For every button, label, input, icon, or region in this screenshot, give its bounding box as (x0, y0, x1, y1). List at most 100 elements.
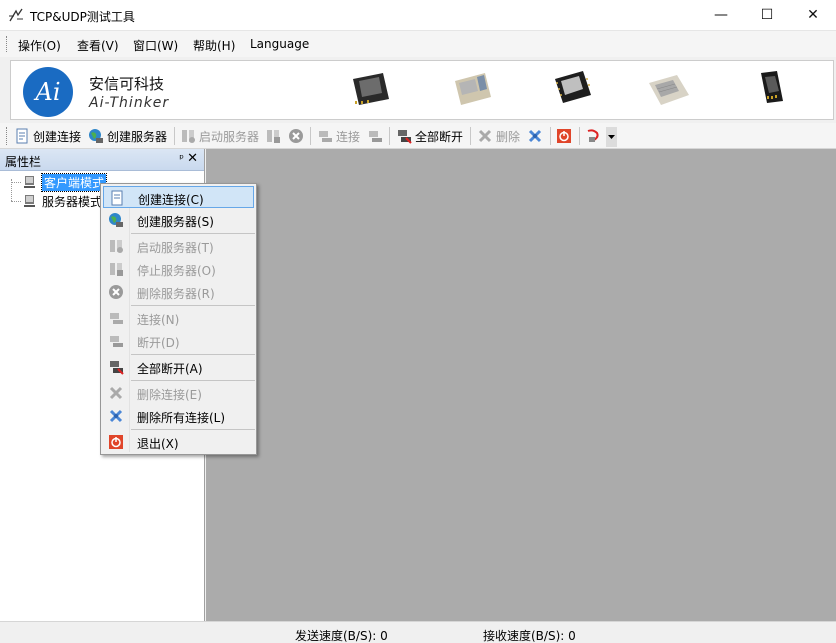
toolbar-create-server-label: 创建服务器 (107, 129, 168, 144)
tree-line (11, 201, 21, 202)
module-image-5 (761, 71, 783, 103)
tree-node-label: 服务器模式 (42, 194, 103, 209)
menu-item-label: 删除服务器(R) (137, 287, 215, 301)
menu-separator (131, 233, 255, 234)
menu-window[interactable]: 窗口(W) (133, 37, 178, 54)
delete-all-icon (109, 409, 123, 423)
menu-item-delete-connection[interactable]: 删除连接(E) (103, 382, 254, 404)
menu-item-stop-server[interactable]: 停止服务器(O) (103, 258, 254, 280)
menu-item-label: 创建服务器(S) (137, 215, 214, 229)
toolbar-disconnect-all-label: 全部断开 (415, 129, 464, 144)
menu-item-connect[interactable]: 连接(N) (103, 307, 254, 329)
cancel-circle-icon (289, 129, 303, 143)
receive-speed-status: 接收速度(B/S): 0 (483, 629, 576, 643)
minimize-button[interactable]: — (698, 0, 744, 30)
menu-operate[interactable]: 操作(O) (18, 37, 61, 54)
panel-close-icon[interactable]: ✕ (187, 151, 198, 166)
toolbar-separator (174, 127, 175, 145)
network-disconnect-icon (110, 336, 123, 347)
server-stop-icon (267, 130, 280, 143)
toolbar-delete-server-button[interactable] (288, 126, 304, 146)
delete-all-icon (528, 129, 542, 143)
menu-item-create-server[interactable]: 创建服务器(S) (103, 209, 254, 231)
property-panel-header: 属性栏 ᵖ ✕ (0, 149, 204, 171)
toolbar-extra-button[interactable] (585, 126, 601, 146)
toolbar-delete-label: 删除 (496, 129, 521, 144)
menu-view[interactable]: 查看(V) (77, 37, 119, 54)
globe-icon (89, 129, 103, 143)
toolbar-connect-label: 连接 (336, 129, 361, 144)
menu-item-label: 连接(N) (137, 313, 180, 327)
menu-item-delete-all-connections[interactable]: 删除所有连接(L) (103, 405, 254, 427)
toolbar-separator (310, 127, 311, 145)
menu-item-label: 删除所有连接(L) (137, 411, 226, 425)
menu-item-start-server[interactable]: 启动服务器(T) (103, 235, 254, 257)
disconnect-all-icon (398, 130, 412, 144)
maximize-button[interactable]: ☐ (744, 0, 790, 30)
toolbar: 创建连接 创建服务器 启动服务器 连接 全部断开 删除 (0, 123, 836, 149)
disconnect-all-icon (110, 361, 124, 375)
chevron-down-icon (608, 134, 615, 139)
toolbar-separator (470, 127, 471, 145)
cancel-circle-icon (109, 285, 123, 299)
menu-item-label: 全部断开(A) (137, 362, 203, 376)
toolbar-start-server-label: 启动服务器 (199, 129, 260, 144)
computer-icon (24, 195, 35, 207)
toolbar-separator (550, 127, 551, 145)
delete-x-icon (109, 386, 123, 400)
power-icon (109, 435, 123, 449)
tree-line (11, 182, 21, 183)
menu-item-disconnect[interactable]: 断开(D) (103, 330, 254, 352)
globe-icon (109, 213, 123, 227)
toolbar-create-connection-label: 创建连接 (33, 129, 82, 144)
menu-item-label: 启动服务器(T) (137, 241, 214, 255)
close-button[interactable]: ✕ (790, 0, 836, 30)
menu-item-create-connection[interactable]: 创建连接(C) (103, 186, 254, 208)
brand-name-en: Ai-Thinker (89, 95, 170, 111)
toolbar-connect-button[interactable]: 连接 (317, 126, 360, 146)
computer-icon (24, 176, 35, 188)
toolbar-delete-all-button[interactable] (527, 126, 543, 146)
menu-help[interactable]: 帮助(H) (193, 37, 235, 54)
toolbar-stop-server-button[interactable] (265, 126, 281, 146)
network-disconnect-icon (369, 131, 382, 142)
menu-item-label: 停止服务器(O) (137, 264, 216, 278)
server-icon (110, 240, 123, 253)
menu-bar: 操作(O) 查看(V) 窗口(W) 帮助(H) Language (0, 31, 836, 57)
toolbar-exit-button[interactable] (556, 126, 572, 146)
maximize-icon: ☐ (760, 7, 774, 23)
menu-item-label: 断开(D) (137, 336, 180, 350)
close-icon: ✕ (807, 7, 819, 23)
tree-node-client-mode[interactable]: 客户端模式 (22, 172, 108, 192)
menu-item-label: 退出(X) (137, 437, 179, 451)
module-image-1 (353, 73, 389, 105)
server-icon (182, 130, 195, 143)
menu-item-delete-server[interactable]: 删除服务器(R) (103, 281, 254, 303)
module-image-4 (649, 75, 689, 105)
menu-item-disconnect-all[interactable]: 全部断开(A) (103, 356, 254, 378)
menubar-grip (6, 36, 9, 52)
network-connect-icon (110, 313, 123, 324)
toolbar-overflow-button[interactable] (606, 127, 617, 147)
menu-language[interactable]: Language (250, 37, 309, 51)
toolbar-disconnect-button[interactable] (367, 126, 383, 146)
toolbar-delete-button[interactable]: 删除 (477, 126, 520, 146)
pin-icon[interactable]: ᵖ (179, 152, 184, 165)
minimize-icon: — (714, 7, 728, 23)
menu-item-exit[interactable]: 退出(X) (103, 431, 254, 453)
document-icon (111, 190, 123, 206)
toolbar-create-server-button[interactable]: 创建服务器 (88, 126, 167, 146)
ai-thinker-logo: Ai (23, 67, 73, 117)
toolbar-disconnect-all-button[interactable]: 全部断开 (396, 126, 463, 146)
tree-node-label: 客户端模式 (40, 172, 108, 192)
power-icon (557, 129, 571, 143)
brand-name-cn: 安信可科技 (89, 75, 165, 93)
toolbar-separator (579, 127, 580, 145)
tree-node-server-mode[interactable]: 服务器模式 (22, 193, 102, 209)
menu-item-label: 创建连接(C) (138, 193, 204, 207)
banner-panel: Ai 安信可科技 Ai-Thinker (10, 60, 834, 120)
toolbar-create-connection-button[interactable]: 创建连接 (14, 126, 81, 146)
menu-item-label: 删除连接(E) (137, 388, 202, 402)
toolbar-start-server-button[interactable]: 启动服务器 (180, 126, 259, 146)
network-connect-icon (319, 131, 332, 142)
